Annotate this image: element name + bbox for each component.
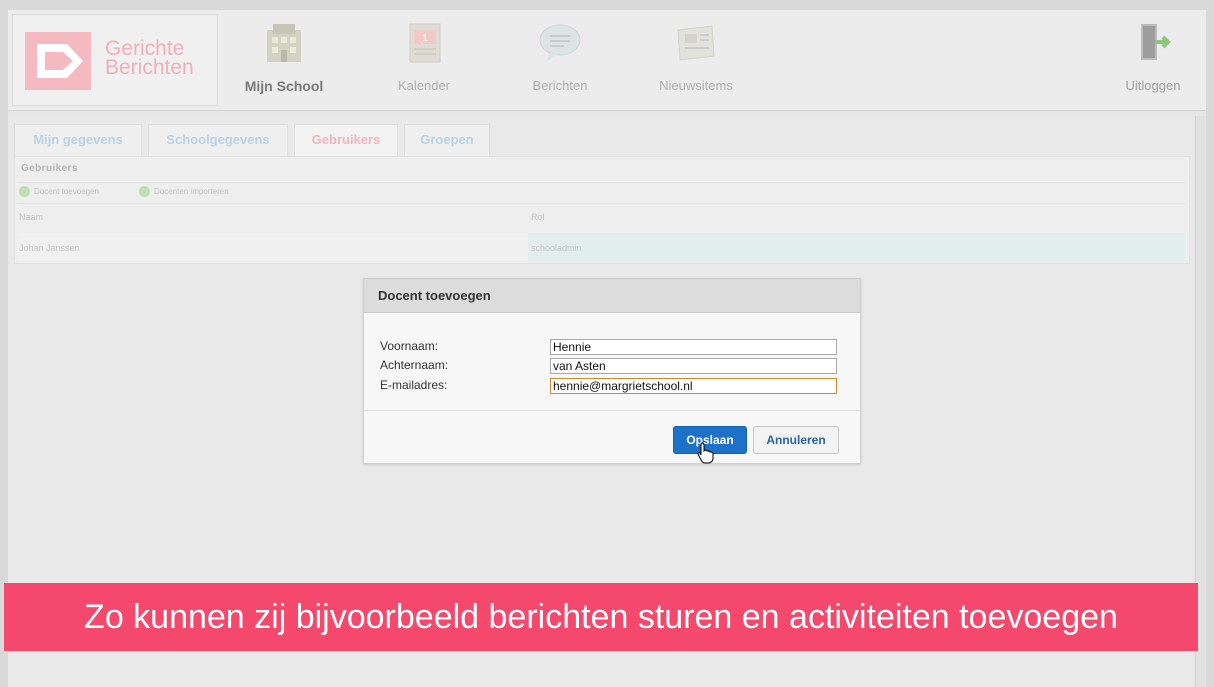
nav-kalender[interactable]: 1 Kalender: [374, 20, 474, 104]
newspaper-icon: [677, 25, 715, 61]
dialog-header: Docent toevoegen: [364, 279, 860, 313]
import-teachers-label: Docenten importeren: [154, 187, 229, 196]
calendar-icon: 1: [409, 23, 441, 63]
row-highlight: [528, 233, 1185, 261]
nav-label: Berichten: [532, 78, 588, 93]
plus-icon: [19, 186, 30, 197]
logo-text: Gerichte Berichten: [105, 38, 194, 79]
first-name-field[interactable]: [550, 339, 837, 355]
video-caption: Zo kunnen zij bijvoorbeeld berichten stu…: [4, 583, 1198, 651]
door-exit-icon: [1141, 24, 1171, 60]
last-name-field[interactable]: [550, 358, 837, 374]
cell-naam: Johan Janssen: [19, 243, 80, 253]
hand-pointer-icon: [697, 442, 714, 464]
cancel-button[interactable]: Annuleren: [753, 426, 839, 454]
svg-text:1: 1: [422, 33, 428, 44]
add-teacher-label: Docent toevoegen: [34, 187, 99, 196]
tab-mijn-gegevens[interactable]: Mijn gegevens: [14, 124, 142, 156]
logo-line-2: Berichten: [105, 56, 194, 79]
plus-icon: [139, 186, 150, 197]
logo[interactable]: Gerichte Berichten: [12, 14, 218, 106]
panel-toolbar: Docent toevoegen Docenten importeren: [17, 182, 1185, 204]
cell-rol: schooladmin: [531, 243, 582, 253]
dialog-title: Docent toevoegen: [378, 288, 491, 303]
tab-groepen[interactable]: Groepen: [404, 124, 490, 156]
column-header-naam[interactable]: Naam: [19, 212, 43, 222]
users-panel: Gebruikers Docent toevoegen Docenten imp…: [14, 156, 1190, 264]
nav-label: Mijn School: [244, 78, 324, 94]
tab-schoolgegevens[interactable]: Schoolgegevens: [148, 124, 288, 156]
nav-label: Nieuwsitems: [659, 78, 733, 93]
dialog-divider: [364, 410, 860, 411]
nav-mijn-school[interactable]: Mijn School: [234, 20, 334, 104]
nav-label: Kalender: [397, 78, 451, 93]
logo-mark-icon: [25, 32, 91, 90]
add-teacher-button[interactable]: Docent toevoegen: [19, 186, 99, 197]
school-building-icon: [267, 24, 301, 62]
tab-gebruikers[interactable]: Gebruikers: [294, 124, 398, 156]
logout-label: Uitloggen: [1125, 78, 1181, 93]
last-name-label: Achternaam:: [380, 358, 449, 372]
top-navigation-bar: Gerichte Berichten Mijn School 1 Kalende…: [8, 10, 1206, 111]
logout-button[interactable]: Uitloggen: [1118, 20, 1188, 104]
first-name-label: Voornaam:: [380, 339, 439, 353]
email-label: E-mailadres:: [380, 378, 448, 392]
panel-title: Gebruikers: [21, 163, 78, 174]
import-teachers-button[interactable]: Docenten importeren: [139, 186, 229, 197]
table-row[interactable]: Johan Janssen schooladmin: [17, 233, 1185, 261]
add-teacher-dialog: Docent toevoegen Voornaam: Achternaam: E…: [363, 278, 861, 464]
speech-bubble-icon: [539, 24, 581, 62]
email-field[interactable]: [550, 378, 837, 394]
nav-nieuwsitems[interactable]: Nieuwsitems: [646, 20, 746, 104]
nav-berichten[interactable]: Berichten: [510, 20, 610, 104]
column-header-rol[interactable]: Rol: [531, 212, 545, 222]
